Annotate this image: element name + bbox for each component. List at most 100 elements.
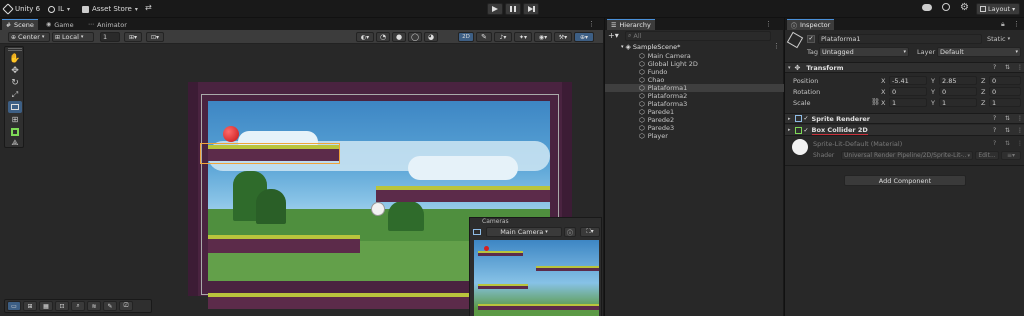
enabled-checkbox[interactable]: ✓: [804, 127, 809, 134]
overlay-zoom-icon[interactable]: ⌕: [71, 301, 85, 311]
transform-tool-icon[interactable]: ⊞: [9, 115, 21, 125]
preset-icon[interactable]: ⇅: [1005, 64, 1010, 71]
lighting-toggle-button[interactable]: ✎: [476, 32, 492, 42]
lock-icon[interactable]: 🔒︎: [1001, 20, 1005, 29]
search-icon[interactable]: [942, 3, 950, 11]
account-button[interactable]: IL ▾: [48, 3, 70, 15]
hidden-objects-button[interactable]: ◉▾: [534, 32, 552, 42]
add-object-button[interactable]: +▾: [608, 31, 619, 40]
scene-options-icon[interactable]: ⋮: [773, 42, 780, 50]
scale-y-field[interactable]: 1: [939, 98, 977, 107]
rotation-z-field[interactable]: 0: [989, 87, 1021, 96]
overlay-grid-icon[interactable]: ⊞: [23, 301, 37, 311]
rect-tool-icon[interactable]: [8, 101, 22, 113]
platform-3[interactable]: [208, 235, 360, 253]
rotation-x-field[interactable]: 0: [889, 87, 927, 96]
step-button[interactable]: [523, 3, 539, 15]
overlay-rect-icon[interactable]: ▭: [7, 301, 21, 311]
enabled-checkbox[interactable]: ✓: [804, 115, 809, 122]
tab-scene[interactable]: # Scene: [2, 19, 38, 30]
position-z-field[interactable]: 0: [989, 76, 1021, 85]
tab-game[interactable]: ◉ Game: [42, 19, 78, 30]
component-menu-icon[interactable]: ⋮: [1017, 127, 1023, 134]
material-preset-icon[interactable]: ⇅: [1005, 140, 1010, 147]
object-name-field[interactable]: Plataforma1: [818, 34, 982, 44]
shader-dropdown[interactable]: Universal Render Pipeline/2D/Sprite-Lit-…: [841, 151, 973, 160]
overlay-brush-icon[interactable]: ✎: [103, 301, 117, 311]
hierarchy-item-global-light[interactable]: ⬡ Global Light 2D: [605, 60, 784, 68]
link-icon[interactable]: ⛓: [871, 98, 880, 106]
hierarchy-search-input[interactable]: ⌕ All: [625, 31, 771, 41]
custom-tool-icon[interactable]: ⟁: [9, 138, 21, 148]
shading-debug-button[interactable]: ◕: [424, 32, 438, 42]
chevron-right-icon[interactable]: ▸: [788, 127, 791, 133]
tools-button[interactable]: ⚒▾: [554, 32, 572, 42]
player-ball[interactable]: [223, 126, 239, 142]
material-help-icon[interactable]: ?: [993, 140, 996, 147]
2d-toggle-button[interactable]: 2D: [458, 32, 474, 42]
move-tool-icon[interactable]: ✥: [9, 66, 21, 76]
tab-options-icon[interactable]: ⋮: [1013, 20, 1020, 28]
overlay-tile-icon[interactable]: ▦: [39, 301, 53, 311]
component-menu-icon[interactable]: ⋮: [1017, 64, 1023, 71]
add-component-button[interactable]: Add Component: [844, 175, 966, 186]
rotation-y-field[interactable]: 0: [939, 87, 977, 96]
pivot-rotation-dropdown[interactable]: ⊞ Local ▾: [52, 32, 94, 42]
gizmos-button[interactable]: ⊕▾: [574, 32, 594, 42]
hierarchy-item-plataforma3[interactable]: ⬡ Plataforma3: [605, 100, 784, 108]
gear-icon[interactable]: ⚙: [960, 2, 969, 14]
play-button[interactable]: [487, 3, 503, 15]
hierarchy-item-fundo[interactable]: ⬡ Fundo: [605, 68, 784, 76]
hierarchy-item-parede2[interactable]: ⬡ Parede2: [605, 116, 784, 124]
tab-options-icon[interactable]: ⋮: [765, 20, 772, 28]
scale-x-field[interactable]: 1: [889, 98, 927, 107]
draw-mode-button[interactable]: ◐▾: [356, 32, 374, 42]
overlay-layers-icon[interactable]: ≋: [87, 301, 101, 311]
hierarchy-item-main-camera[interactable]: ⬡ Main Camera: [605, 52, 784, 60]
active-checkbox[interactable]: ✓: [807, 35, 815, 43]
position-x-field[interactable]: -5.41: [889, 76, 927, 85]
layer-dropdown[interactable]: Default ▾: [937, 47, 1021, 57]
shading-shaded-button[interactable]: ●: [392, 32, 406, 42]
platform-2[interactable]: [376, 186, 550, 202]
snap-settings-button[interactable]: ⊡▾: [146, 32, 164, 42]
shader-edit-button[interactable]: Edit...: [975, 151, 999, 160]
tab-hierarchy[interactable]: ☰ Hierarchy: [607, 19, 655, 30]
sprite-renderer-header[interactable]: ▸ ✓ Sprite Renderer: [785, 113, 1024, 124]
cloud-icon[interactable]: [922, 4, 932, 11]
tab-animator[interactable]: ⋯ Animator: [84, 19, 131, 30]
position-y-field[interactable]: 2.85: [939, 76, 977, 85]
help-icon[interactable]: ?: [993, 64, 996, 71]
camera-fullscreen-button[interactable]: ⛶▾: [580, 227, 600, 237]
chevron-down-icon[interactable]: ▾: [788, 65, 791, 71]
transform-header[interactable]: ▾ ✥ Transform: [785, 62, 1024, 73]
material-menu-icon[interactable]: ⋮: [1017, 140, 1023, 147]
rotate-tool-icon[interactable]: ↻: [9, 78, 21, 88]
camera-info-button[interactable]: ⓘ: [564, 227, 576, 237]
tab-options-icon[interactable]: ⋮: [588, 20, 595, 28]
preset-icon[interactable]: ⇅: [1005, 127, 1010, 134]
shading-wireframe-button[interactable]: ◔: [376, 32, 390, 42]
scene-root-row[interactable]: ▾ ◈ SampleScene*: [605, 42, 784, 51]
chevron-right-icon[interactable]: ▸: [788, 116, 791, 122]
preset-icon[interactable]: ⇅: [1005, 115, 1010, 122]
collider-edit-icon[interactable]: [9, 127, 21, 137]
hierarchy-item-player[interactable]: ⬡ Player: [605, 132, 784, 140]
layout-dropdown[interactable]: Layout ▾: [976, 3, 1020, 15]
hierarchy-item-chao[interactable]: ⬡ Chao: [605, 76, 784, 84]
asset-store-button[interactable]: Asset Store ▾: [82, 3, 138, 15]
pivot-mode-dropdown[interactable]: ⊕ Center ▾: [8, 32, 50, 42]
overlay-lock-icon[interactable]: ⊡: [55, 301, 69, 311]
scale-tool-icon[interactable]: ⤢: [9, 90, 21, 100]
audio-toggle-button[interactable]: ♪▾: [494, 32, 512, 42]
light-gizmo-icon[interactable]: [371, 202, 385, 216]
camera-select-dropdown[interactable]: Main Camera ▾: [486, 227, 562, 237]
chevron-down-icon[interactable]: ▾: [621, 44, 624, 50]
help-icon[interactable]: ?: [993, 115, 996, 122]
hierarchy-item-parede1[interactable]: ⬡ Parede1: [605, 108, 784, 116]
shader-options-button[interactable]: ≡▾: [1001, 151, 1021, 160]
shading-unlit-button[interactable]: ◯: [408, 32, 422, 42]
pause-button[interactable]: [505, 3, 521, 15]
help-icon[interactable]: ?: [993, 127, 996, 134]
hierarchy-item-parede3[interactable]: ⬡ Parede3: [605, 124, 784, 132]
